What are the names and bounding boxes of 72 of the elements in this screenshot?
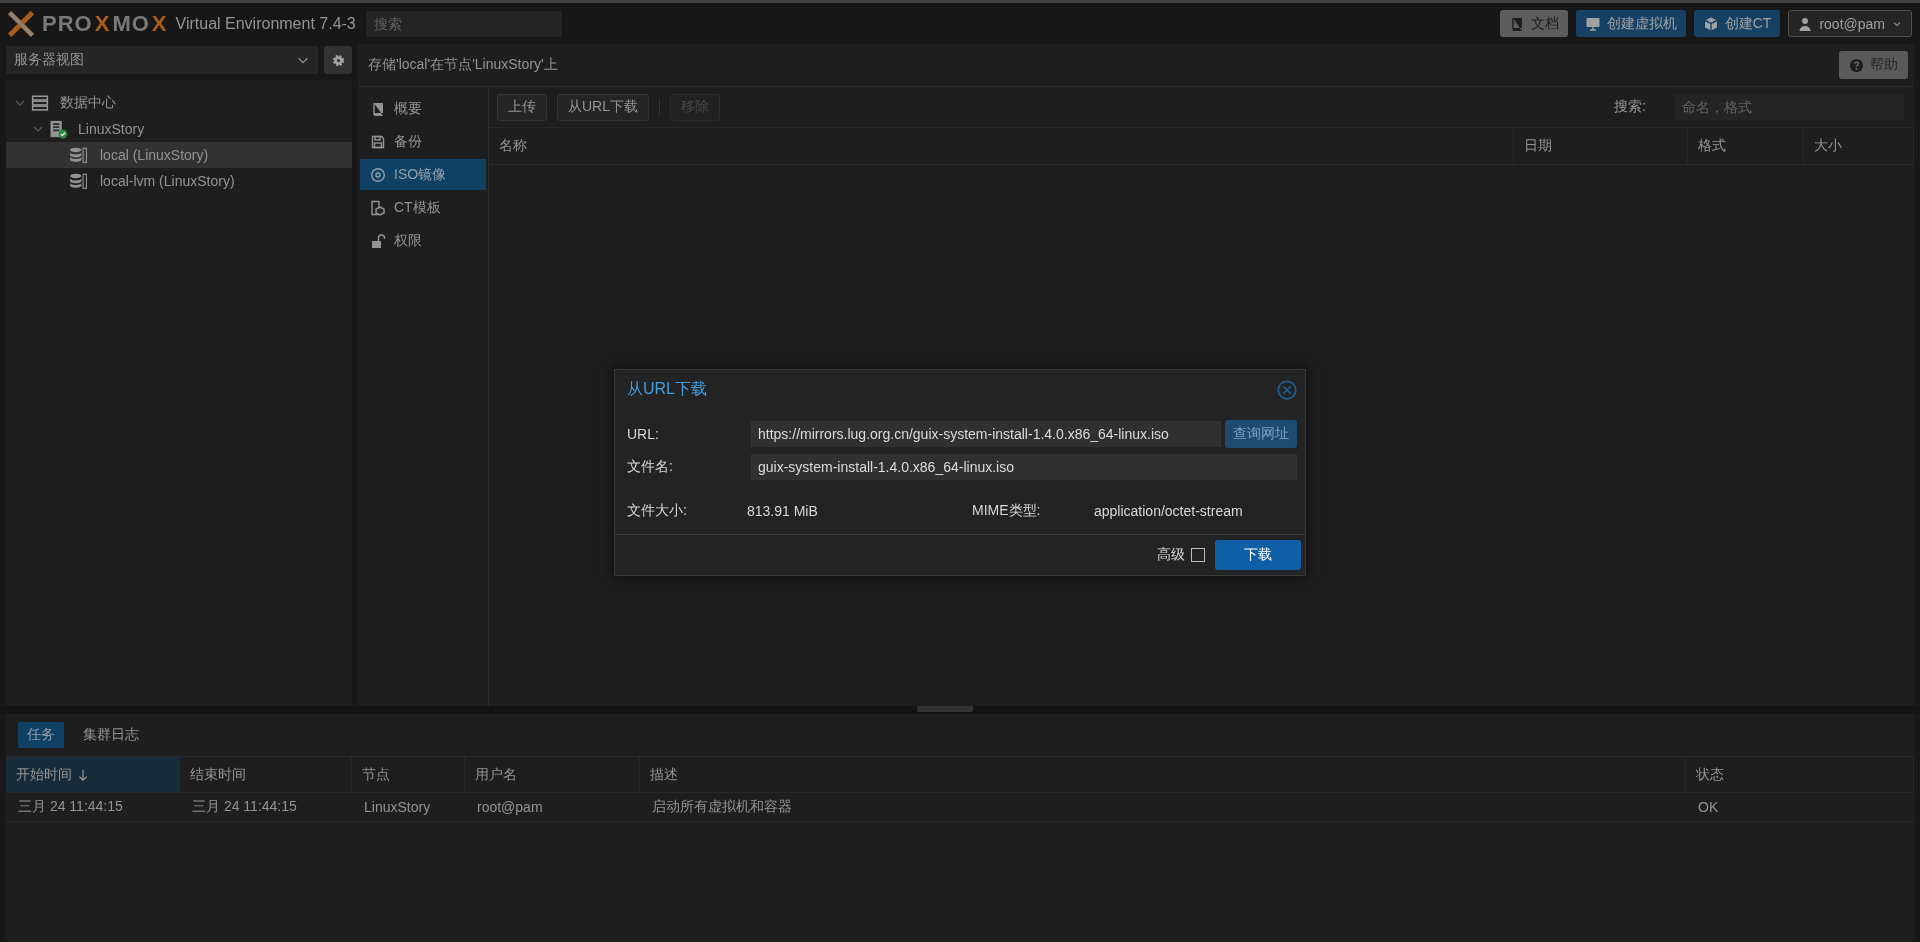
header-button[interactable]: 创建CT bbox=[1693, 10, 1781, 37]
column-header[interactable]: 用户名 bbox=[465, 756, 640, 793]
user-menu-button[interactable]: root@pam bbox=[1788, 10, 1912, 37]
info-value: application/octet-stream bbox=[1094, 502, 1243, 519]
table-cell: root@pam bbox=[465, 793, 640, 822]
column-header[interactable]: 结束时间 bbox=[180, 756, 352, 793]
logo-text: PROX MOX bbox=[42, 10, 168, 37]
tab[interactable]: 集群日志 bbox=[74, 722, 148, 748]
checkbox-label: 高级 bbox=[1157, 545, 1185, 564]
tab[interactable]: 任务 bbox=[18, 722, 64, 748]
column-header[interactable]: 状态 bbox=[1686, 756, 1914, 793]
nav-item[interactable]: CT模板 bbox=[360, 192, 486, 223]
field-label: 文件名: bbox=[627, 457, 674, 476]
close-icon bbox=[1277, 379, 1297, 400]
settings-button[interactable] bbox=[324, 46, 352, 74]
help-icon bbox=[1849, 57, 1864, 73]
sort-arrow-down-icon bbox=[76, 767, 90, 782]
table-cell: 三月 24 11:44:15 bbox=[180, 793, 352, 822]
input-field[interactable]: https://mirrors.lug.org.cn/guix-system-install-1.4.0.x86_64-linux.iso bbox=[751, 420, 1221, 447]
table-cell: 启动所有虚拟机和容器 bbox=[640, 793, 1686, 822]
search-field[interactable]: 搜索 bbox=[365, 10, 562, 37]
column-header[interactable]: 大小 bbox=[1804, 128, 1914, 164]
tree-label: LinuxStory bbox=[78, 121, 145, 137]
toolbar-button[interactable]: 上传 bbox=[497, 93, 547, 121]
x-logo-icon bbox=[8, 10, 34, 37]
book-icon bbox=[370, 100, 386, 117]
column-header[interactable]: 名称 bbox=[489, 128, 1514, 164]
info-label: MIME类型: bbox=[972, 501, 1042, 520]
tree-item[interactable]: local (LinuxStory) bbox=[6, 142, 352, 168]
nav-item[interactable]: 概要 bbox=[360, 93, 486, 124]
server-rack-icon bbox=[30, 94, 50, 112]
column-header[interactable]: 格式 bbox=[1688, 128, 1804, 164]
search-field[interactable]: 命名，格式 bbox=[1674, 94, 1904, 120]
info-value: 813.91 MiB bbox=[747, 502, 819, 519]
monitor-icon bbox=[1584, 15, 1601, 32]
unlocked-padlock-icon bbox=[370, 232, 386, 249]
query-url-button[interactable]: 查询网址 bbox=[1225, 419, 1297, 448]
version-label: Virtual Environment 7.4-3 bbox=[175, 14, 356, 33]
server-check-icon bbox=[48, 119, 68, 139]
input-field[interactable]: guix-system-install-1.4.0.x86_64-linux.iso bbox=[751, 453, 1297, 480]
dialog-title: 从URL下载 bbox=[627, 379, 707, 399]
disc-icon bbox=[370, 166, 386, 183]
document-cube-icon bbox=[370, 199, 386, 216]
cube-icon bbox=[1702, 15, 1719, 32]
tree-item[interactable]: local-lvm (LinuxStory) bbox=[6, 168, 352, 194]
table-cell: OK bbox=[1686, 793, 1914, 822]
view-dropdown[interactable]: 服务器视图 bbox=[6, 46, 318, 74]
toolbar-button[interactable]: 从URL下载 bbox=[557, 93, 649, 121]
download-button[interactable]: 下载 bbox=[1215, 539, 1301, 570]
column-header[interactable]: 开始时间 bbox=[6, 756, 180, 793]
table-cell: 三月 24 11:44:15 bbox=[6, 793, 180, 822]
column-header[interactable]: 描述 bbox=[640, 756, 1686, 793]
table-cell: LinuxStory bbox=[352, 793, 465, 822]
header-button[interactable]: 创建虚拟机 bbox=[1575, 10, 1686, 37]
field-label: URL: bbox=[627, 425, 660, 442]
nav-item[interactable]: 备份 bbox=[360, 126, 486, 157]
tree-item[interactable]: 数据中心 bbox=[6, 90, 352, 116]
tree-label: local (LinuxStory) bbox=[100, 147, 209, 163]
panel-title: 存储'local'在节点'LinuxStory'上 bbox=[368, 56, 558, 74]
nav-item[interactable]: 权限 bbox=[360, 225, 486, 256]
checkbox[interactable] bbox=[1191, 547, 1205, 562]
column-header[interactable]: 节点 bbox=[352, 756, 465, 793]
search-label: 搜索: bbox=[1614, 98, 1646, 116]
tree-label: 数据中心 bbox=[60, 94, 116, 112]
splitter-handle[interactable] bbox=[917, 706, 973, 712]
column-header[interactable]: 日期 bbox=[1514, 128, 1688, 164]
tree-label: local-lvm (LinuxStory) bbox=[100, 173, 235, 189]
info-label: 文件大小: bbox=[627, 501, 688, 520]
close-button[interactable] bbox=[1277, 379, 1297, 400]
nav-item[interactable]: ISO镜像 bbox=[360, 159, 486, 190]
settings-icon bbox=[330, 52, 346, 68]
tree-item[interactable]: LinuxStory bbox=[6, 116, 352, 142]
